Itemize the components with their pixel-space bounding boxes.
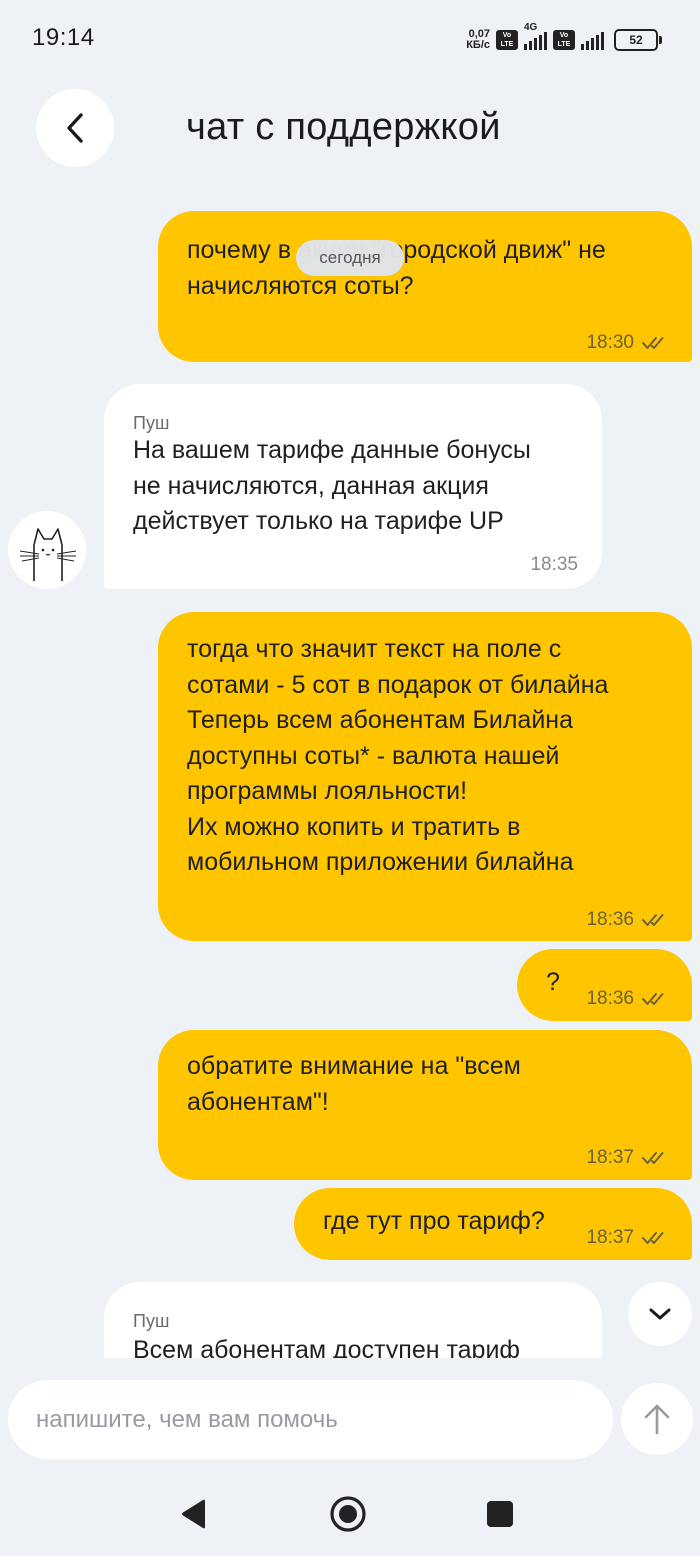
- message-text: Всем абонентам доступен тариф: [133, 1336, 520, 1358]
- message-incoming[interactable]: Пуш На вашем тарифе данные бонусы не нач…: [104, 384, 602, 589]
- status-indicators: 0,07 КБ/с Vo LTE 4G Vo LTE 52: [466, 22, 662, 54]
- message-list[interactable]: почему в акции "городской движ" не начис…: [0, 190, 700, 1358]
- signal-icon-2: [581, 30, 604, 50]
- message-time: 18:36: [586, 988, 634, 1009]
- scroll-down-button[interactable]: [628, 1282, 692, 1346]
- circle-home-icon: [330, 1496, 366, 1532]
- message-time: 18:37: [586, 1147, 634, 1168]
- system-nav-bar: [0, 1470, 700, 1556]
- message-outgoing[interactable]: тогда что значит текст на поле с сотами …: [158, 612, 692, 941]
- network-type: 4G: [524, 22, 538, 33]
- chevron-left-icon: [67, 113, 83, 143]
- double-check-icon: [642, 1231, 664, 1244]
- back-button[interactable]: [36, 89, 114, 167]
- chat-screen: 19:14 0,07 КБ/с Vo LTE 4G Vo LTE 52 чат …: [0, 0, 700, 1556]
- message-time: 18:36: [586, 909, 634, 930]
- square-recents-icon: [487, 1501, 513, 1527]
- triangle-back-icon: [182, 1499, 205, 1529]
- cat-icon: [19, 528, 77, 581]
- network-speed: 0,07 КБ/с: [466, 29, 490, 51]
- send-button[interactable]: [621, 1383, 693, 1455]
- nav-back-button[interactable]: [172, 1492, 216, 1536]
- battery-icon: 52: [614, 29, 662, 51]
- signal-icon: 4G: [524, 22, 547, 50]
- avatar: [8, 511, 86, 589]
- volte-icon-2: Vo LTE: [553, 30, 575, 50]
- status-bar: 19:14 0,07 КБ/с Vo LTE 4G Vo LTE 52: [0, 0, 700, 80]
- battery-level: 52: [629, 33, 643, 47]
- message-time: 18:37: [586, 1227, 634, 1248]
- message-text: ?: [546, 968, 560, 996]
- message-meta: 18:37: [586, 1220, 668, 1256]
- chevron-down-icon: [649, 1308, 671, 1320]
- message-meta: 18:36: [586, 902, 668, 938]
- arrow-up-icon: [644, 1404, 670, 1435]
- message-text: тогда что значит текст на поле с сотами …: [187, 635, 609, 876]
- message-time: 18:35: [530, 554, 578, 575]
- status-time: 19:14: [32, 24, 95, 51]
- message-meta: 18:36: [586, 981, 668, 1017]
- message-outgoing[interactable]: обратите внимание на "всем абонентам"! 1…: [158, 1030, 692, 1180]
- page-title: чат с поддержкой: [186, 106, 501, 148]
- date-chip: сегодня: [296, 240, 404, 276]
- nav-home-button[interactable]: [326, 1492, 370, 1536]
- message-meta: 18:35: [530, 547, 578, 583]
- double-check-icon: [642, 336, 664, 349]
- nav-recents-button[interactable]: [478, 1492, 522, 1536]
- double-check-icon: [642, 913, 664, 926]
- message-incoming[interactable]: Пуш Всем абонентам доступен тариф: [104, 1282, 602, 1358]
- message-outgoing[interactable]: почему в акции "городской движ" не начис…: [158, 211, 692, 362]
- message-time: 18:30: [586, 332, 634, 353]
- message-input[interactable]: [8, 1380, 613, 1459]
- message-meta: 18:30: [586, 325, 668, 361]
- double-check-icon: [642, 992, 664, 1005]
- message-meta: 18:37: [586, 1140, 668, 1176]
- network-speed-unit: КБ/с: [466, 39, 490, 51]
- message-outgoing[interactable]: ? 18:36: [517, 949, 692, 1021]
- message-text: На вашем тарифе данные бонусы не начисля…: [133, 436, 531, 535]
- volte-icon: Vo LTE: [496, 30, 518, 50]
- double-check-icon: [642, 1151, 664, 1164]
- message-text: где тут про тариф?: [323, 1207, 545, 1235]
- message-outgoing[interactable]: где тут про тариф? 18:37: [294, 1188, 692, 1260]
- message-text: обратите внимание на "всем абонентам"!: [187, 1052, 521, 1116]
